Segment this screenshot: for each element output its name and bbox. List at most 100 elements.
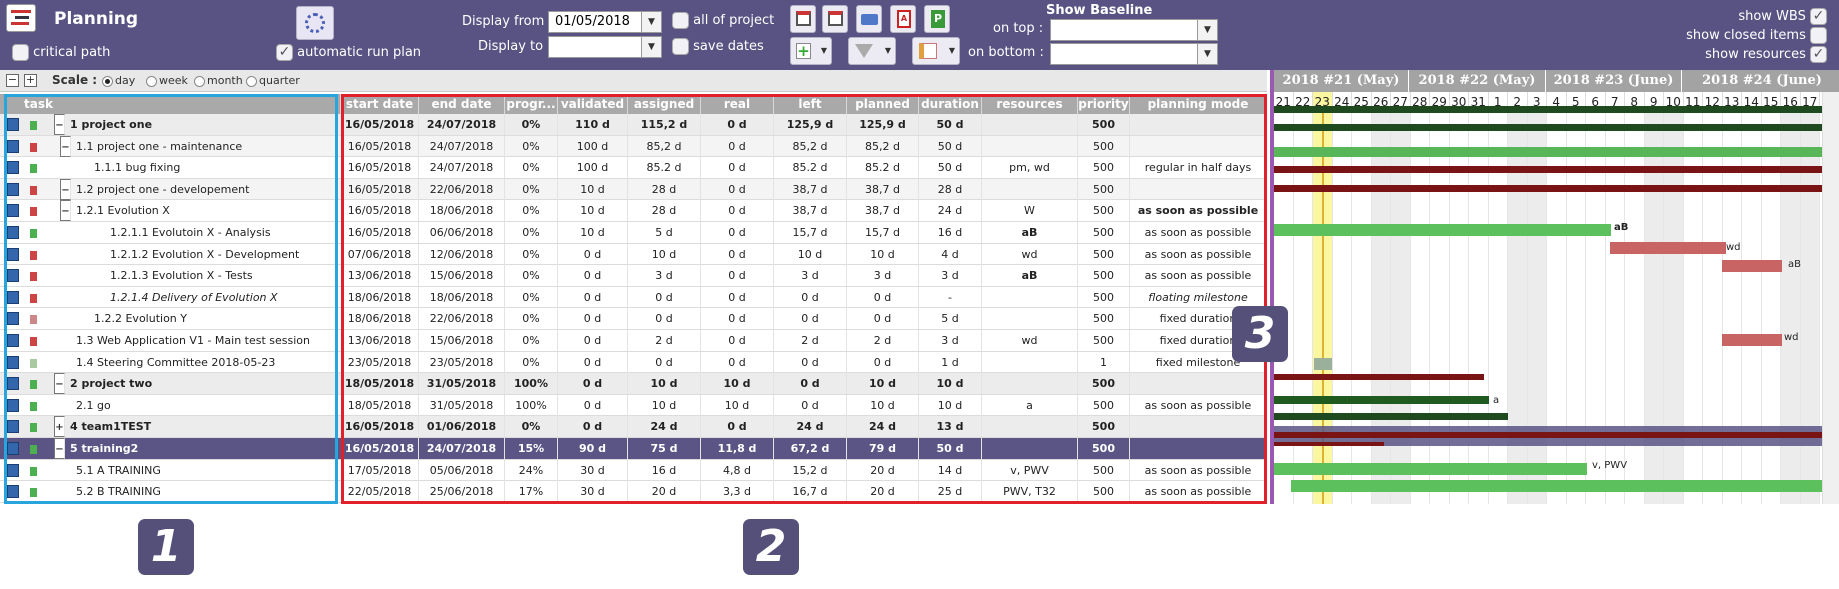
save-dates-option[interactable]: save dates xyxy=(672,38,764,55)
baseline-top-select[interactable]: ▼ xyxy=(1050,19,1218,41)
gantt-week-header: 2018 #23 (June) xyxy=(1546,70,1682,92)
top-toolbar: Planning critical path ✓ automatic run p… xyxy=(0,0,1839,70)
chevron-down-icon: ▼ xyxy=(884,46,891,55)
show-closed-option[interactable]: show closed items xyxy=(1686,27,1827,44)
gantt-bar[interactable] xyxy=(1291,480,1839,492)
calendar-icon xyxy=(796,11,811,26)
callout-badge-2: 2 xyxy=(743,519,799,575)
scale-week-radio[interactable] xyxy=(146,75,157,87)
gantt-bar[interactable] xyxy=(1722,260,1782,272)
gantt-bar[interactable] xyxy=(1274,442,1384,446)
show-resources-option[interactable]: show resources ✓ xyxy=(1705,46,1827,63)
scale-month-option[interactable]: month xyxy=(194,74,243,87)
scale-quarter-label: quarter xyxy=(259,74,300,87)
gantt-bar[interactable] xyxy=(1274,396,1489,404)
auto-run-label: automatic run plan xyxy=(297,45,422,60)
show-closed-label: show closed items xyxy=(1686,28,1806,43)
filter-button[interactable]: ▼ xyxy=(848,37,896,65)
baseline-bottom-select[interactable]: ▼ xyxy=(1050,43,1218,65)
scale-label: Scale : xyxy=(52,73,98,87)
gantt-bar[interactable] xyxy=(1610,242,1726,254)
chevron-down-icon[interactable]: ▼ xyxy=(641,12,661,32)
columns-icon xyxy=(919,43,937,59)
show-closed-checkbox[interactable] xyxy=(1810,27,1827,44)
gantt-bar[interactable] xyxy=(1274,432,1835,438)
scale-month-radio[interactable] xyxy=(194,75,205,87)
pdf-icon: A xyxy=(897,10,911,28)
show-wbs-option[interactable]: show WBS ✓ xyxy=(1738,8,1827,25)
show-resources-checkbox[interactable]: ✓ xyxy=(1810,46,1827,63)
critical-path-option[interactable]: critical path xyxy=(12,44,110,61)
chevron-down-icon[interactable]: ▼ xyxy=(1197,20,1217,40)
gantt-bar[interactable] xyxy=(1274,224,1611,236)
gantt-bar[interactable] xyxy=(1274,463,1587,475)
save-dates-label: save dates xyxy=(693,39,764,54)
display-from-label: Display from xyxy=(462,14,545,29)
add-item-button[interactable]: + ▼ xyxy=(790,37,832,65)
gantt-chart: 2018 #21 (May) 2018 #22 (May) 2018 #23 (… xyxy=(1270,70,1839,504)
gantt-bar[interactable] xyxy=(1722,334,1782,346)
scale-week-option[interactable]: week xyxy=(146,74,188,87)
display-from-input[interactable]: 01/05/2018 ▼ xyxy=(548,11,662,33)
chevron-down-icon: ▼ xyxy=(948,46,955,55)
chevron-down-icon[interactable]: ▼ xyxy=(1197,44,1217,64)
auto-run-option[interactable]: ✓ automatic run plan xyxy=(276,44,421,61)
scale-month-label: month xyxy=(207,74,243,87)
planning-icon xyxy=(6,4,36,32)
scale-quarter-option[interactable]: quarter xyxy=(246,74,300,87)
expand-all-button[interactable]: + xyxy=(24,74,37,87)
callout-badge-1: 1 xyxy=(138,519,194,575)
gantt-bar[interactable] xyxy=(1274,413,1508,420)
gantt-week-header: 2018 #21 (May) xyxy=(1274,70,1409,92)
gantt-label-wd: wd xyxy=(1784,332,1799,343)
gantt-label-v-pwv: v, PWV xyxy=(1592,460,1628,471)
page-title: Planning xyxy=(54,9,139,29)
collapse-all-button[interactable]: − xyxy=(6,74,19,87)
gantt-week-header: 2018 #24 (June) xyxy=(1682,70,1839,92)
columns-button[interactable]: ▼ xyxy=(912,37,960,65)
gantt-bar[interactable] xyxy=(1314,358,1332,370)
gears-icon xyxy=(305,13,325,33)
run-plan-button[interactable] xyxy=(296,6,334,40)
project-icon: P xyxy=(931,10,945,28)
save-dates-checkbox[interactable] xyxy=(672,38,689,55)
gantt-week-header: 2018 #22 (May) xyxy=(1409,70,1546,92)
pdf-button[interactable]: A xyxy=(890,5,916,33)
gantt-bar[interactable] xyxy=(1274,185,1835,192)
gantt-bar[interactable] xyxy=(1274,147,1835,157)
show-baseline-title: Show Baseline xyxy=(1046,3,1153,18)
gantt-bar[interactable] xyxy=(1274,166,1835,173)
chevron-down-icon: ▼ xyxy=(820,46,827,55)
gantt-bar[interactable] xyxy=(1274,124,1835,131)
gantt-button[interactable] xyxy=(822,5,848,33)
auto-run-checkbox[interactable]: ✓ xyxy=(276,44,293,61)
show-wbs-checkbox[interactable]: ✓ xyxy=(1810,8,1827,25)
critical-path-checkbox[interactable] xyxy=(12,44,29,61)
gantt-label-ab: aB xyxy=(1788,259,1801,270)
gantt-icon xyxy=(828,11,843,26)
all-of-project-option[interactable]: all of project xyxy=(672,12,774,29)
add-icon: + xyxy=(796,42,811,60)
gantt-label-wd: wd xyxy=(1726,242,1741,253)
all-of-project-checkbox[interactable] xyxy=(672,12,689,29)
project-export-button[interactable]: P xyxy=(924,5,950,33)
critical-path-label: critical path xyxy=(33,45,111,60)
scale-day-label: day xyxy=(115,74,136,87)
scale-day-option[interactable]: day xyxy=(102,74,135,87)
calendar-button[interactable] xyxy=(790,5,816,33)
display-to-input[interactable]: ▼ xyxy=(548,36,662,58)
show-resources-label: show resources xyxy=(1705,47,1806,62)
vertical-scrollbar[interactable] xyxy=(1822,92,1839,504)
display-from-value: 01/05/2018 xyxy=(555,14,630,29)
on-bottom-label: on bottom : xyxy=(968,45,1044,60)
scale-week-label: week xyxy=(159,74,188,87)
print-button[interactable] xyxy=(856,5,882,33)
scale-day-radio[interactable] xyxy=(102,75,113,87)
callout-badge-3: 3 xyxy=(1232,306,1288,362)
gantt-bar[interactable] xyxy=(1274,106,1835,113)
chevron-down-icon[interactable]: ▼ xyxy=(641,37,661,57)
gantt-bar[interactable] xyxy=(1274,374,1484,380)
callout-box-1 xyxy=(4,94,338,504)
callout-box-2 xyxy=(341,94,1267,504)
scale-quarter-radio[interactable] xyxy=(246,75,257,87)
